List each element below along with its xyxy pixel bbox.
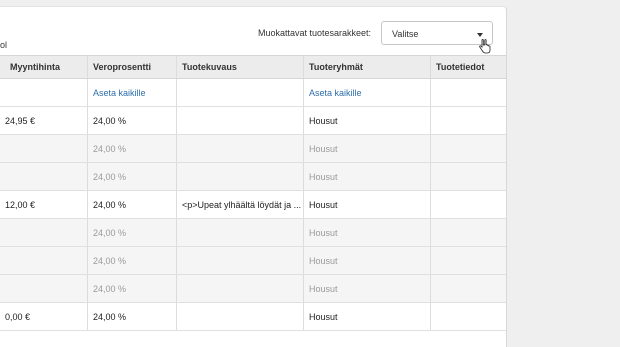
table-row[interactable]: 24,00 % Housut [0, 247, 506, 275]
group-cell[interactable]: Housut [304, 163, 431, 190]
set-all-row: Aseta kaikille Aseta kaikille [0, 79, 506, 107]
column-header-description[interactable]: Tuotekuvaus [177, 56, 304, 78]
description-cell[interactable] [177, 107, 304, 134]
table-cell: Aseta kaikille [304, 79, 431, 106]
description-cell[interactable] [177, 135, 304, 162]
table-header-row: Myyntihinta Veroprosentti Tuotekuvaus Tu… [0, 55, 506, 79]
price-cell[interactable]: 0,00 € [0, 303, 88, 330]
table-row[interactable]: 24,95 € 24,00 % Housut [0, 107, 506, 135]
group-cell[interactable]: Housut [304, 275, 431, 302]
set-all-group-link[interactable]: Aseta kaikille [309, 88, 362, 98]
set-all-vat-link[interactable]: Aseta kaikille [93, 88, 146, 98]
group-cell[interactable]: Housut [304, 219, 431, 246]
group-cell[interactable]: Housut [304, 107, 431, 134]
vat-cell[interactable]: 24,00 % [88, 107, 177, 134]
group-cell[interactable]: Housut [304, 135, 431, 162]
table-row[interactable]: 24,00 % Housut [0, 135, 506, 163]
table-row[interactable]: 12,00 € 24,00 % <p>Upeat ylhäältä löydät… [0, 191, 506, 219]
select-value: Valitse [392, 29, 419, 39]
info-cell[interactable] [431, 135, 506, 162]
table-row[interactable]: 0,00 € 24,00 % Housut [0, 303, 506, 331]
vat-cell[interactable]: 24,00 % [88, 191, 177, 218]
description-cell[interactable] [177, 303, 304, 330]
vat-cell[interactable]: 24,00 % [88, 303, 177, 330]
info-cell[interactable] [431, 275, 506, 302]
table-cell: Aseta kaikille [88, 79, 177, 106]
group-cell[interactable]: Housut [304, 303, 431, 330]
table-cell [177, 79, 304, 106]
price-cell[interactable] [0, 135, 88, 162]
description-cell[interactable] [177, 219, 304, 246]
custom-columns-select[interactable]: Valitse [381, 21, 493, 45]
price-cell[interactable] [0, 163, 88, 190]
description-cell[interactable]: <p>Upeat ylhäältä löydät ja ... [177, 191, 304, 218]
info-cell[interactable] [431, 219, 506, 246]
vat-cell[interactable]: 24,00 % [88, 219, 177, 246]
column-header-groups[interactable]: Tuoteryhmät [304, 56, 431, 78]
hand-pointer-icon [479, 39, 491, 54]
table-cell [431, 79, 506, 106]
info-cell[interactable] [431, 247, 506, 274]
description-cell[interactable] [177, 247, 304, 274]
description-cell[interactable] [177, 163, 304, 190]
table-row[interactable]: 24,00 % Housut [0, 219, 506, 247]
group-cell[interactable]: Housut [304, 247, 431, 274]
column-header-vat[interactable]: Veroprosentti [88, 56, 177, 78]
vat-cell[interactable]: 24,00 % [88, 163, 177, 190]
chevron-down-icon [477, 33, 483, 37]
table-cell [0, 79, 88, 106]
info-cell[interactable] [431, 191, 506, 218]
price-cell[interactable] [0, 219, 88, 246]
info-cell[interactable] [431, 303, 506, 330]
price-cell[interactable]: 12,00 € [0, 191, 88, 218]
price-cell[interactable] [0, 247, 88, 274]
vat-cell[interactable]: 24,00 % [88, 247, 177, 274]
vat-cell[interactable]: 24,00 % [88, 135, 177, 162]
column-header-price[interactable]: Myyntihinta [0, 56, 88, 78]
custom-columns-label: Muokattavat tuotesarakkeet: [258, 28, 372, 38]
info-cell[interactable] [431, 107, 506, 134]
price-cell[interactable]: 24,95 € [0, 107, 88, 134]
group-cell[interactable]: Housut [304, 191, 431, 218]
truncated-label: ol [0, 40, 8, 50]
description-cell[interactable] [177, 275, 304, 302]
table-row[interactable]: 24,00 % Housut [0, 275, 506, 303]
info-cell[interactable] [431, 163, 506, 190]
price-cell[interactable] [0, 275, 88, 302]
table-row[interactable]: 24,00 % Housut [0, 163, 506, 191]
column-header-info[interactable]: Tuotetiedot [431, 56, 506, 78]
vat-cell[interactable]: 24,00 % [88, 275, 177, 302]
